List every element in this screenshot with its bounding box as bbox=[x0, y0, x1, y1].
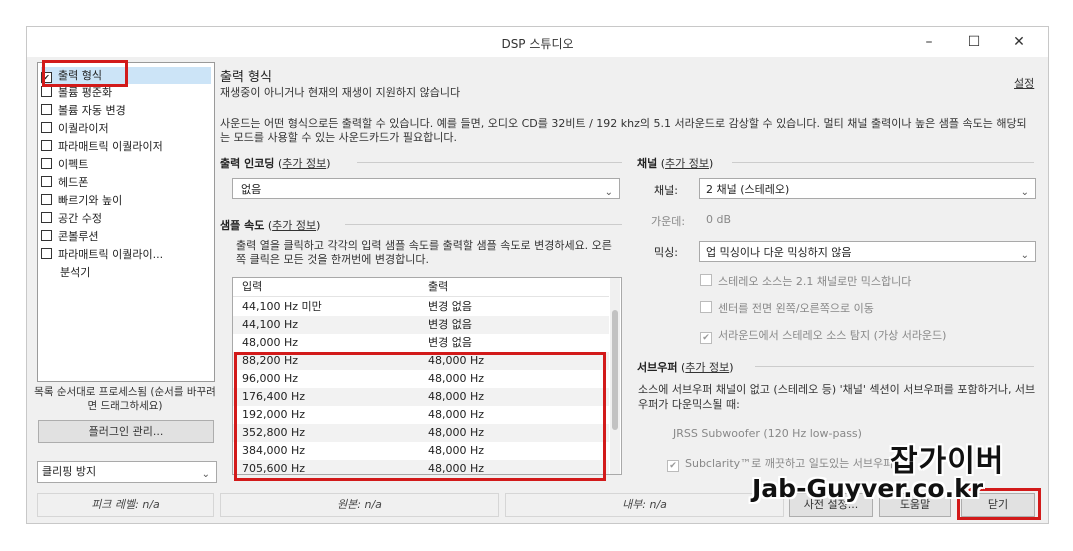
output-encoding-select[interactable]: 없음 ⌄ bbox=[232, 178, 620, 199]
checkbox-icon[interactable] bbox=[700, 274, 712, 286]
divider bbox=[357, 162, 622, 163]
option-subclarity[interactable]: ✔ Subclarity™로 깨끗하고 일도있는 서브우퍼 bbox=[667, 455, 893, 472]
divider bbox=[345, 224, 622, 225]
highlight-box-output-format bbox=[42, 60, 128, 87]
divider bbox=[755, 366, 1034, 367]
checkbox-icon[interactable] bbox=[41, 230, 52, 241]
sidebar-item-parametric-eq[interactable]: 파라매트릭 이퀄라이저 bbox=[41, 138, 211, 155]
encoding-more-info-link[interactable]: 추가 정보 bbox=[282, 157, 326, 170]
divider bbox=[732, 162, 1034, 163]
sidebar-item-auto-volume[interactable]: 볼륨 자동 변경 bbox=[41, 102, 211, 119]
chevron-down-icon: ⌄ bbox=[604, 187, 613, 198]
peak-level-status: 피크 레벨: n/a bbox=[37, 493, 214, 517]
checkbox-icon[interactable] bbox=[41, 104, 52, 115]
mixing-select[interactable]: 업 믹싱이나 다운 믹싱하지 않음 ⌄ bbox=[699, 241, 1036, 262]
settings-link[interactable]: 설정 bbox=[1014, 75, 1034, 91]
highlight-box-samplerate-rows bbox=[234, 352, 606, 481]
table-row[interactable]: 44,100 Hz 변경 없음 bbox=[233, 316, 609, 334]
format-description: 사운드는 어떤 형식으로든 출력할 수 있습니다. 예를 들면, 오디오 CD를… bbox=[220, 117, 1027, 144]
scrollbar-thumb[interactable] bbox=[612, 310, 618, 430]
page-subtitle: 재생중이 아니거나 현재의 재생이 지원하지 않습니다 bbox=[220, 86, 461, 99]
sidebar-item-headphones[interactable]: 헤드폰 bbox=[41, 174, 211, 191]
reorder-hint: 목록 순서대로 프로세스됨 (순서를 바꾸려면 드래그하세요) bbox=[34, 386, 216, 412]
source-status: 원본: n/a bbox=[220, 493, 499, 517]
subwoofer-description: 소스에 서브우퍼 채널이 없고 (스테레오 등) '채널' 섹션이 서브우퍼를 … bbox=[638, 383, 1036, 411]
title-bar: DSP 스튜디오 – ☐ ✕ bbox=[27, 27, 1048, 57]
clipping-prevention-select[interactable]: 클리핑 방지 ⌄ bbox=[37, 461, 217, 483]
sidebar-item-equalizer[interactable]: 이퀄라이저 bbox=[41, 120, 211, 137]
checkbox-icon[interactable] bbox=[41, 140, 52, 151]
subwoofer-section-header: 서브우퍼 (추가 정보) bbox=[637, 361, 734, 374]
table-header: 입력 출력 bbox=[233, 278, 609, 297]
checkbox-icon[interactable] bbox=[41, 86, 52, 97]
center-gain-label: 가운데: bbox=[651, 215, 686, 228]
minimize-button[interactable]: – bbox=[912, 31, 946, 53]
maximize-button[interactable]: ☐ bbox=[957, 31, 991, 53]
column-header-input[interactable]: 입력 bbox=[242, 278, 262, 296]
checkbox-icon[interactable] bbox=[41, 212, 52, 223]
channel-label: 채널: bbox=[654, 184, 678, 197]
close-window-button[interactable]: ✕ bbox=[1002, 31, 1036, 53]
column-header-output[interactable]: 출력 bbox=[428, 278, 448, 296]
samplerate-more-info-link[interactable]: 추가 정보 bbox=[272, 219, 316, 232]
checkbox-icon[interactable] bbox=[41, 122, 52, 133]
subwoofer-more-info-link[interactable]: 추가 정보 bbox=[685, 361, 729, 374]
center-gain-value: 0 dB bbox=[706, 213, 732, 226]
watermark-latin: Jab-Guyver.co.kr bbox=[752, 474, 984, 503]
table-row[interactable]: 44,100 Hz 미만 변경 없음 bbox=[233, 298, 609, 316]
table-row[interactable]: 48,000 Hz 변경 없음 bbox=[233, 334, 609, 352]
checkbox-icon[interactable] bbox=[41, 248, 52, 259]
window-title: DSP 스튜디오 bbox=[501, 37, 574, 51]
subwoofer-filter: JRSS Subwoofer (120 Hz low-pass) bbox=[673, 427, 862, 440]
table-scrollbar[interactable] bbox=[610, 278, 620, 474]
option-center-move[interactable]: 센터를 전면 왼쪽/오른쪽으로 이동 bbox=[700, 300, 874, 316]
plugin-manager-button[interactable]: 플러그인 관리... bbox=[38, 420, 214, 443]
checkbox-checked-icon[interactable]: ✔ bbox=[667, 460, 679, 472]
page-title: 출력 형식 bbox=[220, 70, 272, 85]
checkbox-icon[interactable] bbox=[41, 158, 52, 169]
checkbox-icon[interactable] bbox=[700, 301, 712, 313]
sidebar-item-tempo-pitch[interactable]: 빠르기와 높이 bbox=[41, 192, 211, 209]
checkbox-checked-icon[interactable]: ✔ bbox=[700, 332, 712, 344]
sidebar-item-convolution[interactable]: 콘볼루션 bbox=[41, 228, 211, 245]
channels-section-header: 채널 (추가 정보) bbox=[637, 157, 714, 170]
checkbox-icon[interactable] bbox=[41, 194, 52, 205]
sidebar-item-room-correction[interactable]: 공간 수정 bbox=[41, 210, 211, 227]
option-virtual-surround[interactable]: ✔ 서라운드에서 스테레오 소스 탐지 (가상 서라운드) bbox=[700, 327, 946, 344]
dsp-module-list: ✔ 출력 형식 볼륨 평준화 볼륨 자동 변경 이퀄라이저 파라매트릭 이퀄라이저… bbox=[37, 62, 215, 382]
samplerate-instructions: 출력 열을 클릭하고 각각의 입력 샘플 속도를 출력할 샘플 속도로 변경하세… bbox=[236, 239, 612, 266]
samplerate-section-header: 샘플 속도 (추가 정보) bbox=[220, 219, 321, 232]
sidebar-item-analyzer[interactable]: 분석기 bbox=[41, 264, 230, 281]
chevron-down-icon: ⌄ bbox=[201, 469, 210, 480]
internal-status: 내부: n/a bbox=[505, 493, 784, 517]
checkbox-icon[interactable] bbox=[41, 176, 52, 187]
channel-select[interactable]: 2 채널 (스테레오) ⌄ bbox=[699, 178, 1036, 199]
option-stereo-21[interactable]: 스테레오 소스는 2.1 채널로만 믹스합니다 bbox=[700, 273, 911, 289]
chevron-down-icon: ⌄ bbox=[1020, 187, 1029, 198]
channels-more-info-link[interactable]: 추가 정보 bbox=[665, 157, 709, 170]
sidebar-item-effects[interactable]: 이펙트 bbox=[41, 156, 211, 173]
mixing-label: 믹싱: bbox=[654, 246, 678, 259]
encoding-section-header: 출력 인코딩 (추가 정보) bbox=[220, 157, 331, 170]
chevron-down-icon: ⌄ bbox=[1020, 250, 1029, 261]
sidebar-item-parametric-eq-2[interactable]: 파라매트릭 이퀄라이... bbox=[41, 246, 211, 263]
